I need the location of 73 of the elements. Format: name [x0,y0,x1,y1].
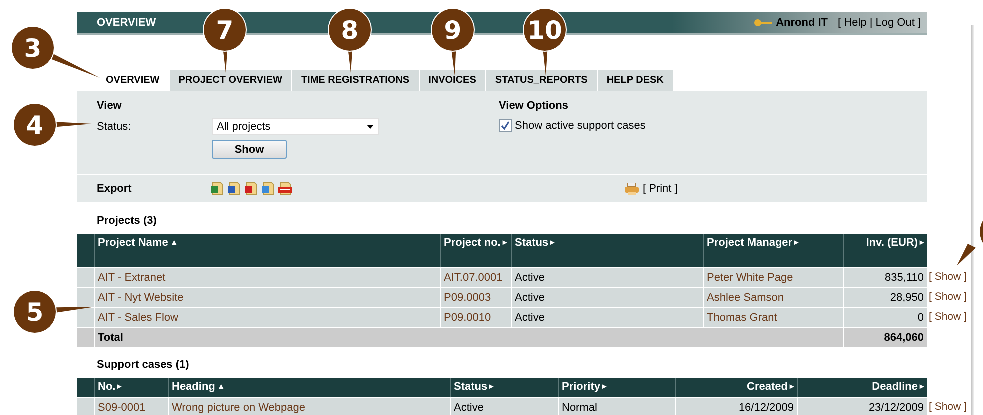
checkbox-label: Show active support cases [515,120,646,132]
table-cell: 23/12/2009 [797,397,927,415]
printer-icon[interactable] [625,182,639,194]
table-cell[interactable]: S09-0001 [94,397,168,415]
pdf-file-icon[interactable] [244,182,258,196]
table-cell[interactable]: AIT - Nyt Website [94,287,440,307]
tab[interactable]: PROJECT OVERVIEW [170,70,292,91]
show-button[interactable]: Show [212,140,287,159]
table-cell[interactable]: Thomas Grant [703,307,843,327]
column-header[interactable]: Project Manager ▸ [703,234,843,267]
show-link[interactable]: [ Show ] [927,307,967,327]
column-header[interactable]: Status ▸ [450,378,558,397]
table-cell [77,287,94,307]
table-cell[interactable]: AIT.07.0001 [440,267,511,287]
page-title: OVERVIEW [97,16,158,28]
table-cell [77,327,94,347]
table-cell [77,397,94,415]
table-cell: Active [511,267,703,287]
view-options-heading: View Options [499,100,570,112]
section-title: Projects (3) [96,214,158,229]
column-header[interactable]: Heading ▲ [168,378,450,397]
table-cell: Active [450,397,558,415]
total-value: 864,060 [843,327,927,347]
header-cell [77,378,94,397]
word-file-icon[interactable] [227,182,241,196]
table-cell [77,267,94,287]
table-cell: 0 [843,307,927,327]
xml-file-icon[interactable] [278,182,292,196]
view-heading: View [97,100,123,112]
column-header[interactable]: No. ▸ [94,378,168,397]
column-header[interactable]: Priority ▸ [558,378,675,397]
total-label: Total [94,327,843,347]
print-link[interactable]: [ Print ] [643,182,678,194]
caret-icon [367,124,374,128]
table-cell[interactable]: P09.0010 [440,307,511,327]
table-cell: 28,950 [843,287,927,307]
user-links[interactable]: [ Help | Log Out ] [838,16,921,28]
table-cell: 16/12/2009 [675,397,797,415]
show-link[interactable]: [ Show ] [927,397,967,415]
callout-number: 3 [12,27,54,69]
table-cell[interactable]: P09.0003 [440,287,511,307]
table-cell: Normal [558,397,675,415]
tab[interactable]: INVOICES [420,70,486,91]
column-header[interactable]: Inv. (EUR) ▸ [843,234,927,267]
status-dropdown[interactable]: All projects [212,118,379,135]
show-link[interactable]: [ Show ] [927,287,967,307]
status-label: Status: [97,121,132,133]
table-cell[interactable]: AIT - Sales Flow [94,307,440,327]
table-cell: Active [511,307,703,327]
table-cell: 835,110 [843,267,927,287]
column-header[interactable]: Created ▸ [675,378,797,397]
tab[interactable]: HELP DESK [598,70,673,91]
key-icon [754,18,772,26]
excel-file-icon[interactable] [210,182,224,196]
table-cell: Active [511,287,703,307]
tab[interactable]: TIME REGISTRATIONS [292,70,419,91]
table-cell[interactable]: Ashlee Samson [703,287,843,307]
company-name: Anrond IT [776,16,828,28]
header-cell [77,234,94,267]
document-file-icon[interactable] [261,182,275,196]
show-link[interactable]: [ Show ] [927,267,967,287]
tab[interactable]: STATUS_REPORTS [486,70,597,91]
checkbox[interactable] [499,119,512,132]
column-header[interactable]: Project no. ▸ [440,234,511,267]
table-cell[interactable]: AIT - Extranet [94,267,440,287]
table-cell[interactable]: Wrong picture on Webpage [168,397,450,415]
column-header[interactable]: Project Name ▲ [94,234,440,267]
column-header[interactable]: Status ▸ [511,234,703,267]
section-title: Support cases (1) [96,358,190,373]
table-cell [77,307,94,327]
table-cell[interactable]: Peter White Page [703,267,843,287]
export-label: Export [97,182,133,194]
column-header[interactable]: Deadline ▸ [797,378,927,397]
